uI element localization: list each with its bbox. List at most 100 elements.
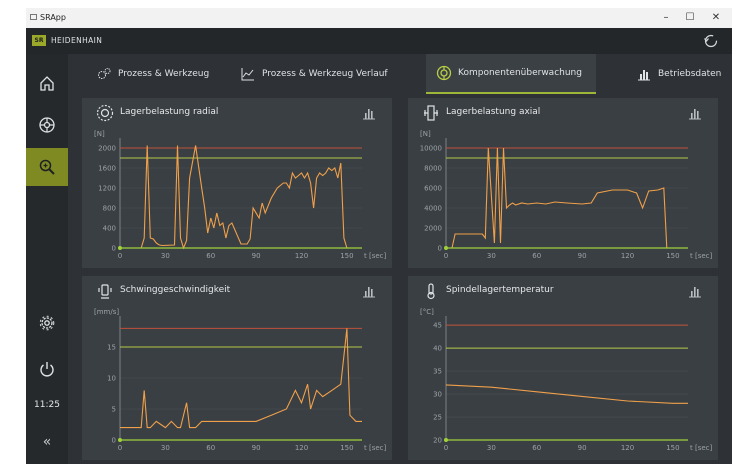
x-tick-label: 0 — [118, 444, 122, 452]
y-tick-label: 10 — [107, 375, 116, 383]
tab-betriebsdaten[interactable]: Betriebsdaten — [636, 54, 732, 94]
sidebar-item-power[interactable] — [26, 350, 68, 388]
x-tick-label: 0 — [444, 444, 448, 452]
panel-title: Schwinggeschwindigkeit — [120, 285, 231, 295]
y-tick-label: 0 — [438, 245, 442, 253]
tab-prozess-werkzeug-verlauf[interactable]: Prozess & Werkzeug Verlauf — [240, 54, 422, 94]
thermometer-icon — [427, 283, 435, 300]
app-icon — [30, 14, 37, 20]
panel-title: Lagerbelastung axial — [446, 107, 541, 117]
vibration-icon — [98, 284, 112, 299]
y-tick-label: 35 — [433, 368, 442, 376]
chart-spindellagertemperatur: [°C] 20 25 30 35 40 45 0 30 60 90 120 150 t [sec] — [408, 304, 718, 456]
brand-name: HEIDENHAIN — [51, 36, 103, 45]
tab-prozess-werkzeug[interactable]: Prozess & Werkzeug — [96, 54, 220, 94]
x-tick-label: 60 — [532, 252, 541, 260]
bar-chart-icon[interactable] — [362, 106, 376, 120]
y-tick-label: 1600 — [98, 165, 116, 173]
y-tick-label: 0 — [112, 245, 116, 253]
sidebar-item-tool[interactable] — [26, 106, 68, 144]
y-tick-label: 800 — [103, 205, 116, 213]
x-tick-label: 120 — [621, 444, 634, 452]
y-unit-label: [N] — [420, 130, 431, 138]
y-tick-label: 8000 — [424, 165, 442, 173]
y-tick-label: 5 — [112, 406, 116, 414]
chart-schwinggeschwindigkeit: [mm/s] 0 5 10 15 0 30 60 90 120 150 t [sec] — [82, 304, 392, 456]
y-tick-label: 6000 — [424, 185, 442, 193]
panel-title: Lagerbelastung radial — [120, 107, 219, 117]
chart-lagerbelastung-axial: [N] 0 2000 4000 6000 8000 10000 0 30 60 90 120 150 t … — [408, 126, 718, 264]
x-tick-label: 120 — [295, 252, 308, 260]
y-tick-label: 4000 — [424, 205, 442, 213]
home-icon — [40, 76, 54, 91]
sidebar-item-settings[interactable] — [26, 304, 68, 342]
tab-label: Komponentenüberwachung — [458, 68, 582, 78]
collapse-sidebar-button[interactable]: « — [26, 434, 68, 450]
trend-chart-icon — [241, 68, 254, 81]
x-tick-label: 90 — [252, 444, 261, 452]
x-tick-label: 0 — [118, 252, 122, 260]
x-axis-label: t [sec] — [364, 252, 387, 260]
x-tick-label: 150 — [340, 252, 353, 260]
x-tick-label: 120 — [621, 252, 634, 260]
x-tick-label: 30 — [487, 444, 496, 452]
tab-label: Prozess & Werkzeug — [118, 69, 210, 79]
bearing-radial-icon — [96, 104, 114, 122]
x-axis-label: t [sec] — [690, 444, 713, 452]
x-tick-label: 30 — [487, 252, 496, 260]
component-monitor-icon — [436, 65, 452, 81]
minimize-button[interactable]: – — [658, 10, 674, 26]
x-tick-label: 90 — [578, 252, 587, 260]
x-tick-label: 0 — [444, 252, 448, 260]
y-tick-label: 0 — [112, 437, 116, 445]
gear-icon — [39, 315, 55, 331]
y-tick-label: 2000 — [98, 145, 116, 153]
origin-marker — [118, 246, 122, 250]
y-unit-label: [N] — [94, 130, 105, 138]
app-window: SRApp – ☐ ✕ SR HEIDENHAIN 11:25 « Prozes… — [26, 8, 732, 464]
series-line — [446, 147, 688, 249]
bar-chart-icon[interactable] — [688, 106, 702, 120]
title-bar: SRApp – ☐ ✕ — [26, 8, 732, 28]
sidebar: 11:25 « — [26, 54, 68, 464]
x-tick-label: 60 — [532, 444, 541, 452]
sidebar-item-monitor[interactable] — [26, 148, 68, 186]
x-axis-label: t [sec] — [690, 252, 713, 260]
tab-label: Betriebsdaten — [658, 69, 722, 79]
x-tick-label: 90 — [578, 444, 587, 452]
tab-label: Prozess & Werkzeug Verlauf — [262, 69, 388, 79]
refresh-icon[interactable] — [702, 32, 720, 50]
x-tick-label: 60 — [206, 252, 215, 260]
sidebar-item-home[interactable] — [26, 64, 68, 102]
origin-marker — [118, 438, 122, 442]
chart-lagerbelastung-radial: [N] 0 400 800 1200 1600 2000 0 30 60 90 120 150 t [se… — [82, 126, 392, 264]
x-tick-label: 150 — [666, 444, 679, 452]
panel-lagerbelastung-radial: Lagerbelastung radial [N] 0 400 800 1200 1600… — [82, 98, 392, 268]
panel-lagerbelastung-axial: Lagerbelastung axial [N] 0 2000 4000 6000 800… — [408, 98, 718, 268]
bearing-axial-icon — [424, 105, 438, 121]
tab-bar: Prozess & Werkzeug Prozess & Werkzeug Ve… — [68, 54, 732, 94]
origin-marker — [444, 246, 448, 250]
y-unit-label: [°C] — [420, 308, 434, 316]
bar-chart-icon[interactable] — [362, 284, 376, 298]
origin-marker — [444, 438, 448, 442]
tab-komponentenueberwachung[interactable]: Komponentenüberwachung — [426, 54, 596, 94]
close-button[interactable]: ✕ — [708, 10, 724, 26]
y-tick-label: 25 — [433, 414, 442, 422]
maximize-button[interactable]: ☐ — [682, 10, 698, 26]
y-tick-label: 40 — [433, 345, 442, 353]
y-tick-label: 45 — [433, 322, 442, 330]
bar-chart-icon[interactable] — [688, 284, 702, 298]
panel-schwinggeschwindigkeit: Schwinggeschwindigkeit [mm/s] 0 5 10 15 0 30 60… — [82, 276, 392, 460]
power-icon — [40, 362, 54, 377]
y-tick-label: 1200 — [98, 185, 116, 193]
panel-title: Spindellagertemperatur — [446, 285, 554, 295]
x-tick-label: 30 — [161, 444, 170, 452]
x-tick-label: 150 — [340, 444, 353, 452]
y-tick-label: 2000 — [424, 225, 442, 233]
y-tick-label: 30 — [433, 391, 442, 399]
x-tick-label: 120 — [295, 444, 308, 452]
brand-logo: SR — [32, 35, 46, 46]
window-title: SRApp — [40, 13, 66, 22]
gears-icon — [98, 68, 111, 79]
